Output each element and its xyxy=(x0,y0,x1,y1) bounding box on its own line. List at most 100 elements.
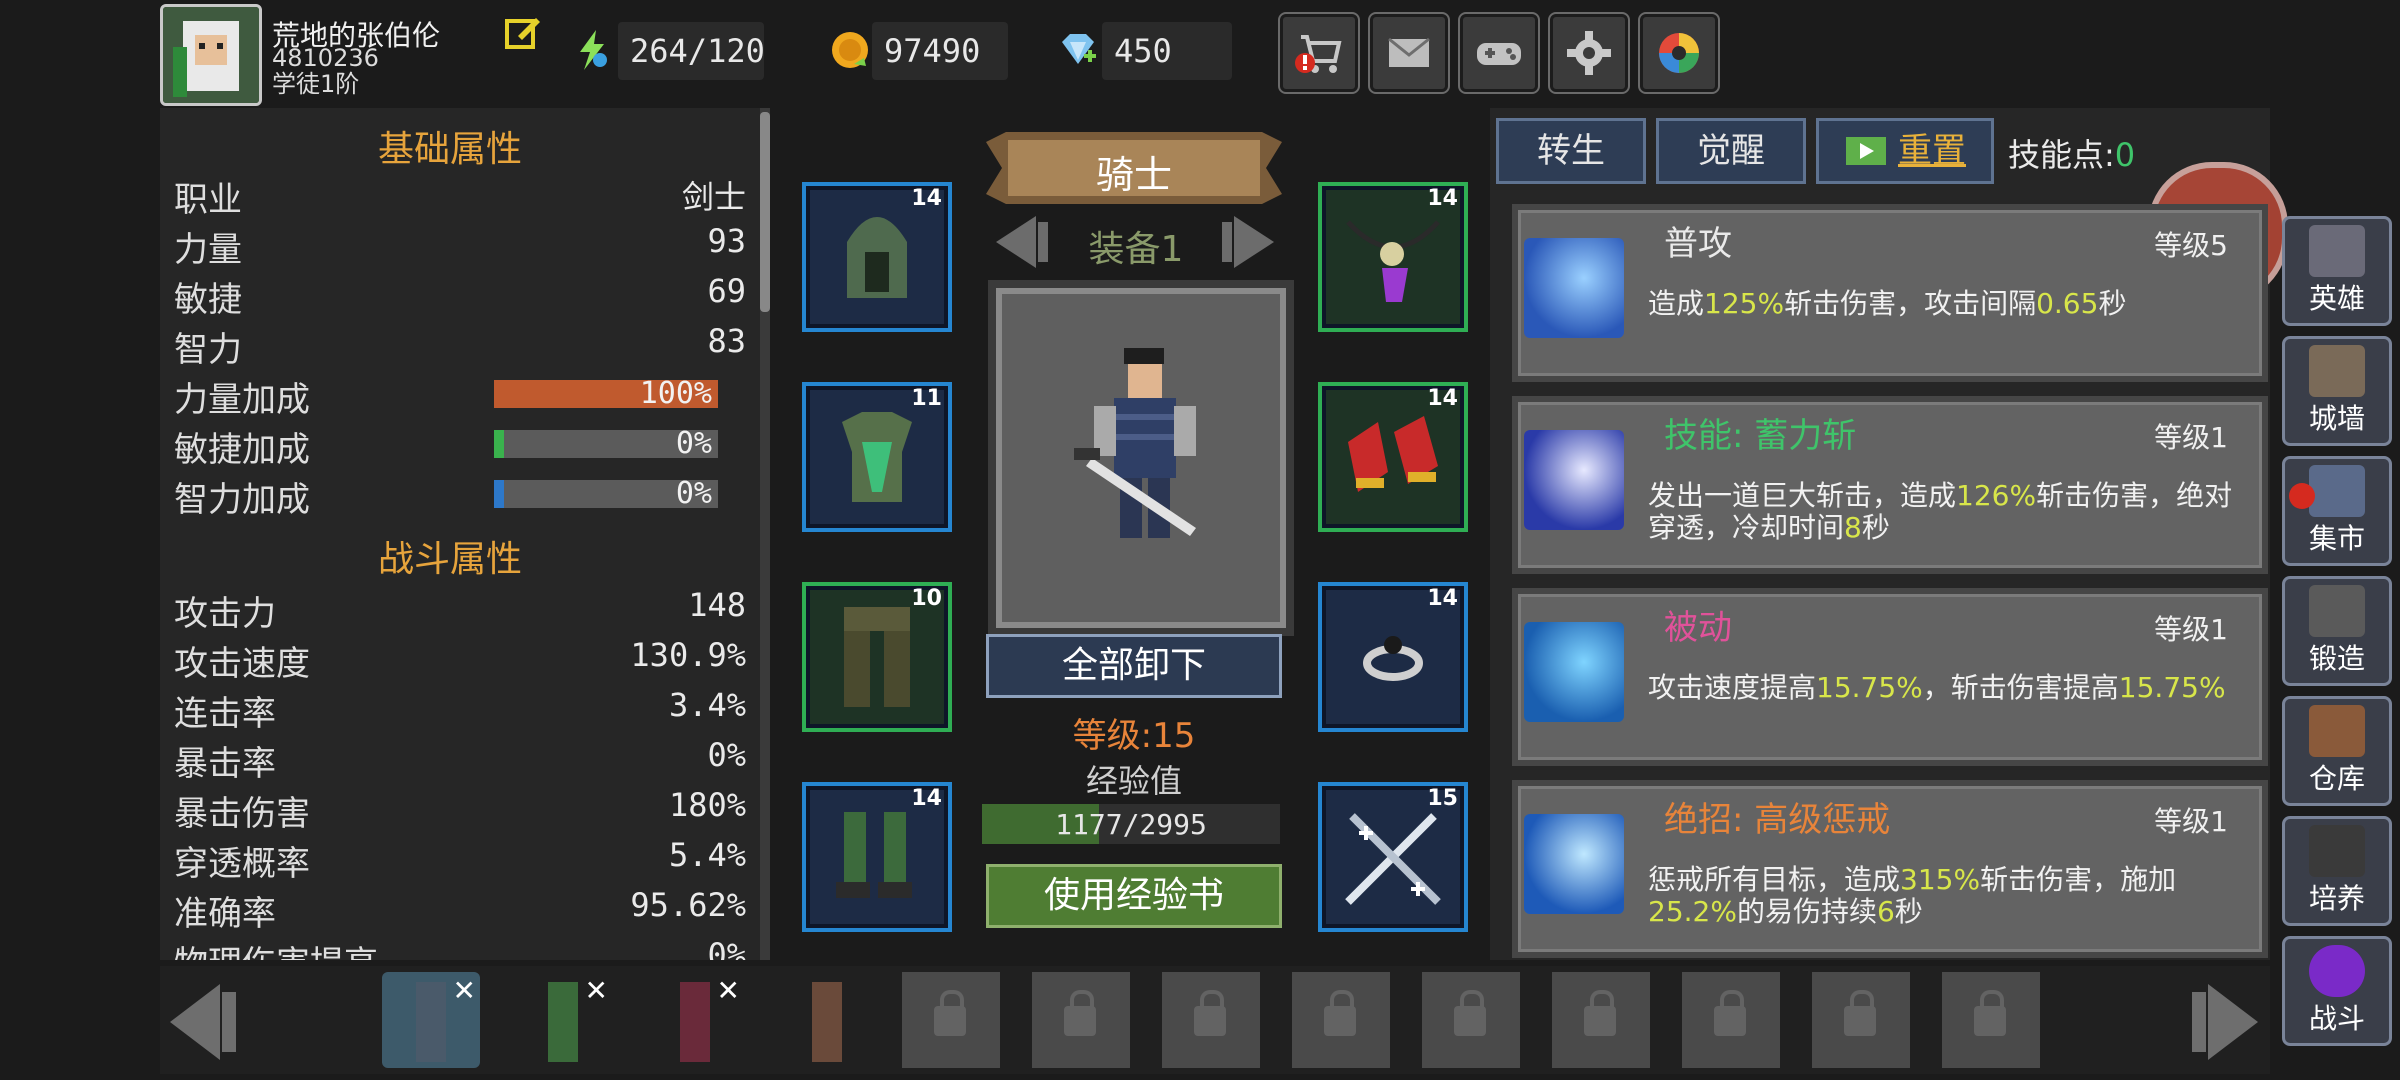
basic-attributes-title: 基础属性 xyxy=(377,129,522,170)
hero-bar-next-arrow[interactable] xyxy=(2178,978,2268,1066)
close-icon[interactable]: ✕ xyxy=(585,974,608,1007)
locked-hero-slot[interactable] xyxy=(902,972,1000,1068)
skill-description: 惩戒所有目标，造成315%斩击伤害，施加 25.2%的易伤持续6秒 xyxy=(1648,864,2248,928)
camera-button[interactable] xyxy=(1638,12,1720,94)
gamepad-button[interactable] xyxy=(1458,12,1540,94)
player-avatar[interactable] xyxy=(160,4,262,106)
hero-portrait-slot[interactable]: ✕ xyxy=(382,972,480,1068)
side-nav-market[interactable]: 集市 xyxy=(2282,456,2392,566)
locked-hero-slot[interactable] xyxy=(1422,972,1520,1068)
locked-hero-slot[interactable] xyxy=(1292,972,1390,1068)
armor-icon xyxy=(842,412,912,502)
close-icon[interactable]: ✕ xyxy=(717,974,740,1007)
side-nav-castle[interactable]: 城墙 xyxy=(2282,336,2392,446)
skill-card[interactable]: 被动 等级1 攻击速度提高15.75%，斩击伤害提高15.75% xyxy=(1512,588,2268,766)
locked-hero-slot[interactable] xyxy=(1032,972,1130,1068)
skill-desc-part: 斩击伤害，攻击间隔 xyxy=(1784,287,2037,320)
bonus-bar: 0% xyxy=(494,426,718,461)
pants-icon xyxy=(844,607,910,707)
helmet-slot[interactable]: 14 xyxy=(802,182,952,332)
hero-bar-prev-arrow[interactable] xyxy=(160,978,250,1066)
close-icon[interactable]: ✕ xyxy=(453,974,476,1007)
lock-icon xyxy=(1844,990,1876,1036)
side-nav-chest[interactable]: 仓库 xyxy=(2282,696,2392,806)
lock-icon xyxy=(1974,990,2006,1036)
hero-level: 等级:15 xyxy=(1072,716,1196,756)
hero-portrait-slot[interactable] xyxy=(778,972,876,1068)
combat-row: 穿透概率 5.4% xyxy=(174,836,746,886)
skill-points-label: 技能点:0 xyxy=(2008,130,2135,176)
edit-name-icon[interactable] xyxy=(504,14,542,52)
pants-slot[interactable]: 10 xyxy=(802,582,952,732)
slot-level: 14 xyxy=(1427,386,1458,411)
settings-button[interactable] xyxy=(1548,12,1630,94)
skill-icon xyxy=(1524,238,1624,338)
combat-attributes-title: 战斗属性 xyxy=(377,539,522,580)
locked-hero-slot[interactable] xyxy=(1942,972,2040,1068)
use-exp-book-button[interactable]: 使用经验书 xyxy=(986,864,1282,928)
necklace-slot[interactable]: 14 xyxy=(1318,182,1468,332)
shop-button[interactable] xyxy=(1278,12,1360,94)
lock-icon xyxy=(1714,990,1746,1036)
gamepad-icon xyxy=(1477,43,1521,65)
slot-level: 14 xyxy=(911,786,942,811)
mail-button[interactable] xyxy=(1368,12,1450,94)
reset-label: 重置 xyxy=(1898,131,1966,171)
top-bar: 荒地的张伯伦 4810236 学徒1阶 264/120 97490 450 xyxy=(160,0,1720,106)
locked-hero-slot[interactable] xyxy=(1162,972,1260,1068)
side-nav-anvil[interactable]: 锻造 xyxy=(2282,576,2392,686)
combat-row: 连击率 3.4% xyxy=(174,686,746,736)
next-equip-set-arrow[interactable] xyxy=(1214,212,1284,272)
locked-hero-slot[interactable] xyxy=(1812,972,1910,1068)
prev-equip-set-arrow[interactable] xyxy=(986,212,1056,272)
skill-card[interactable]: 普攻 等级5 造成125%斩击伤害，攻击间隔0.65秒 xyxy=(1512,204,2268,382)
weapon-slot[interactable]: 15 xyxy=(1318,782,1468,932)
side-nav-portal[interactable]: 战斗 xyxy=(2282,936,2392,1046)
skill-level: 等级1 xyxy=(2154,421,2228,454)
class-banner: 骑士 xyxy=(986,132,1282,204)
skill-icon xyxy=(1524,814,1624,914)
side-nav-label: 仓库 xyxy=(2308,762,2365,795)
helmet-icon xyxy=(2309,225,2365,277)
side-nav-helmet[interactable]: 英雄 xyxy=(2282,216,2392,326)
boots-slot[interactable]: 14 xyxy=(802,782,952,932)
skill-desc-part: 攻击速度提高 xyxy=(1648,671,1817,704)
hero-portrait-slot[interactable]: ✕ xyxy=(646,972,744,1068)
unequip-all-button[interactable]: 全部卸下 xyxy=(986,634,1282,698)
combat-row: 攻击力 148 xyxy=(174,586,746,636)
bonus-value: 0% xyxy=(675,426,712,461)
boots-icon xyxy=(836,812,912,898)
energy-icon xyxy=(570,28,614,72)
attributes-panel: 基础属性 战斗属性 职业 剑士 力量 93 敏捷 69 智力 83 力量加成 100% 敏捷加成 0%… xyxy=(160,108,760,960)
side-nav-label: 培养 xyxy=(2308,882,2365,915)
slot-level: 14 xyxy=(1427,186,1458,211)
skill-card[interactable]: 技能: 蓄力斩 等级1 发出一道巨大斩击，造成126%斩击伤害，绝对穿透，冷却时间8… xyxy=(1512,396,2268,574)
cart-icon xyxy=(1295,35,1342,73)
reset-tab[interactable]: 重置 xyxy=(1816,118,1994,184)
locked-hero-slot[interactable] xyxy=(1682,972,1780,1068)
skill-card[interactable]: 绝招: 高级惩戒 等级1 惩戒所有目标，造成315%斩击伤害，施加 25.2%的易伤持… xyxy=(1512,780,2268,958)
armor-slot[interactable]: 11 xyxy=(802,382,952,532)
gloves-slot[interactable]: 14 xyxy=(1318,382,1468,532)
skill-points-text: 技能点: xyxy=(2008,136,2115,174)
hero-portrait-slot[interactable]: ✕ xyxy=(514,972,612,1068)
ring-slot[interactable]: 14 xyxy=(1318,582,1468,732)
skill-title: 技能: 蓄力斩 xyxy=(1664,416,1857,456)
skill-desc-part: 发出一道巨大斩击，造成 xyxy=(1648,479,1957,512)
combat-row: 攻击速度 130.9% xyxy=(174,636,746,686)
attributes-scrollbar-thumb[interactable] xyxy=(760,112,770,312)
skill-desc-part: 6 xyxy=(1876,895,1895,928)
awaken-tab[interactable]: 觉醒 xyxy=(1656,118,1806,184)
rebirth-tab[interactable]: 转生 xyxy=(1496,118,1646,184)
video-icon xyxy=(1846,137,1886,165)
combat-stat-name: 攻击速度 xyxy=(174,644,310,684)
combat-stat-value: 3.4% xyxy=(668,686,746,724)
trophy-icon xyxy=(2309,825,2365,877)
side-nav-trophy[interactable]: 培养 xyxy=(2282,816,2392,926)
equipment-panel: 骑士 装备1 全部卸下 等级:15 经验值 1177/2995 使用经验书 14 xyxy=(790,108,1490,960)
locked-hero-slot[interactable] xyxy=(1552,972,1650,1068)
lock-icon xyxy=(1584,990,1616,1036)
combat-stat-value: 130.9% xyxy=(630,636,746,674)
skill-desc-part: 126% xyxy=(1956,479,2037,512)
hero-figure-icon xyxy=(680,982,710,1062)
